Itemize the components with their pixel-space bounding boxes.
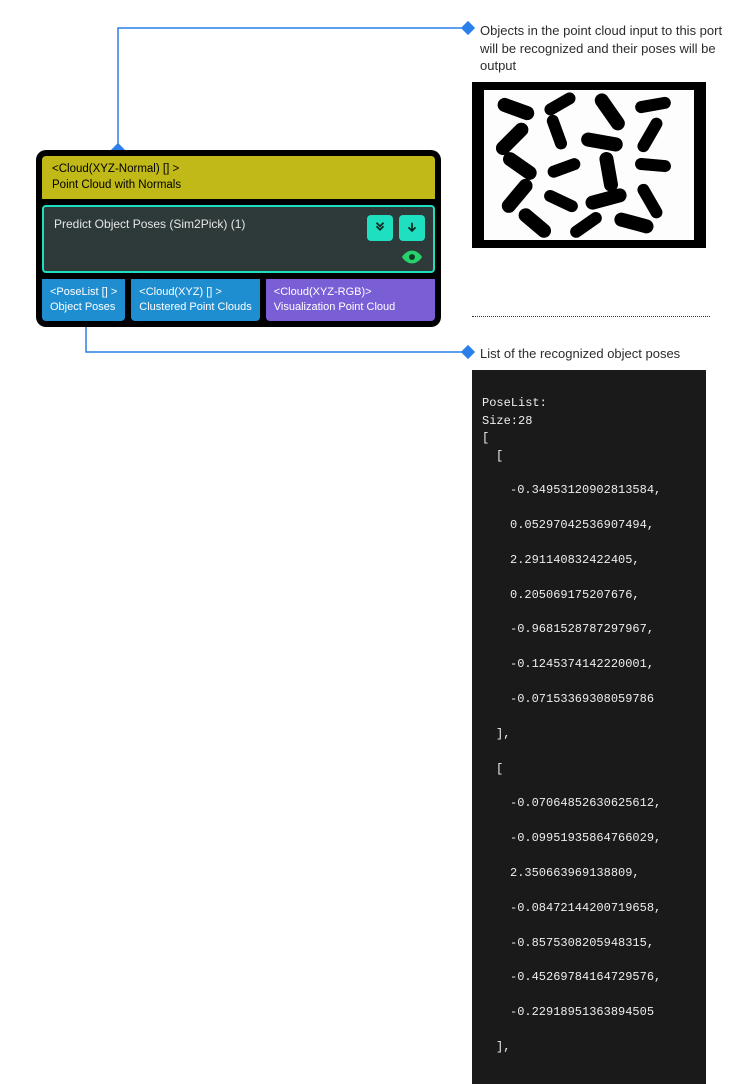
input-port-pointcloud[interactable]: <Cloud(XYZ-Normal) [] > Point Cloud with… bbox=[42, 156, 435, 199]
pose-value: -0.1245374142220001, bbox=[482, 656, 696, 673]
node-predict-object-poses[interactable]: <Cloud(XYZ-Normal) [] > Point Cloud with… bbox=[36, 150, 441, 327]
pose-header: PoseList: bbox=[482, 396, 547, 410]
node-body: Predict Object Poses (Sim2Pick) (1) bbox=[42, 205, 435, 273]
pose-value: 2.350663969138809, bbox=[482, 865, 696, 882]
pose-entry-open: [ bbox=[482, 761, 696, 778]
output-port-type: <Cloud(XYZ-RGB)> bbox=[274, 285, 427, 300]
pose-value: 0.205069175207676, bbox=[482, 587, 696, 604]
output-port-type: <Cloud(XYZ) [] > bbox=[139, 285, 252, 300]
pointcloud-preview bbox=[472, 82, 706, 248]
output-port-visualization-cloud[interactable]: <Cloud(XYZ-RGB)> Visualization Point Clo… bbox=[266, 279, 435, 321]
output-port-poses[interactable]: <PoseList [] > Object Poses bbox=[42, 279, 125, 321]
pose-value: -0.07153369308059786 bbox=[482, 691, 696, 708]
pose-open: [ bbox=[482, 431, 489, 445]
annotation-input-description: Objects in the point cloud input to this… bbox=[480, 22, 725, 75]
pose-value: 0.05297042536907494, bbox=[482, 517, 696, 534]
run-button[interactable] bbox=[399, 215, 425, 241]
pose-entry-close: ], bbox=[482, 1039, 696, 1056]
input-port-name: Point Cloud with Normals bbox=[52, 178, 425, 194]
annotation-output-description: List of the recognized object poses bbox=[480, 345, 725, 363]
dotted-divider bbox=[472, 316, 710, 317]
pose-size: Size:28 bbox=[482, 414, 532, 428]
pose-value: -0.34953120902813584, bbox=[482, 482, 696, 499]
output-port-name: Visualization Point Cloud bbox=[274, 300, 427, 315]
input-port-type: <Cloud(XYZ-Normal) [] > bbox=[52, 162, 425, 178]
pose-entry-close: ], bbox=[482, 726, 696, 743]
expand-button[interactable] bbox=[367, 215, 393, 241]
output-port-name: Clustered Point Clouds bbox=[139, 300, 252, 315]
output-port-clustered-clouds[interactable]: <Cloud(XYZ) [] > Clustered Point Clouds bbox=[131, 279, 260, 321]
pose-value: -0.8575308205948315, bbox=[482, 935, 696, 952]
output-port-type: <PoseList [] > bbox=[50, 285, 117, 300]
pose-value: -0.22918951363894505 bbox=[482, 1004, 696, 1021]
pose-output-panel: PoseList: Size:28 [ [ -0.349531209028135… bbox=[472, 370, 706, 1084]
output-port-name: Object Poses bbox=[50, 300, 117, 315]
pose-value: -0.08472144200719658, bbox=[482, 900, 696, 917]
pose-value: -0.45269784164729576, bbox=[482, 969, 696, 986]
visualize-icon[interactable] bbox=[401, 249, 423, 265]
pose-value: 2.291140832422405, bbox=[482, 552, 696, 569]
pose-value: -0.9681528787297967, bbox=[482, 621, 696, 638]
pose-value: -0.07064852630625612, bbox=[482, 795, 696, 812]
pose-entry-open: [ bbox=[482, 448, 696, 465]
pose-value: -0.09951935864766029, bbox=[482, 830, 696, 847]
